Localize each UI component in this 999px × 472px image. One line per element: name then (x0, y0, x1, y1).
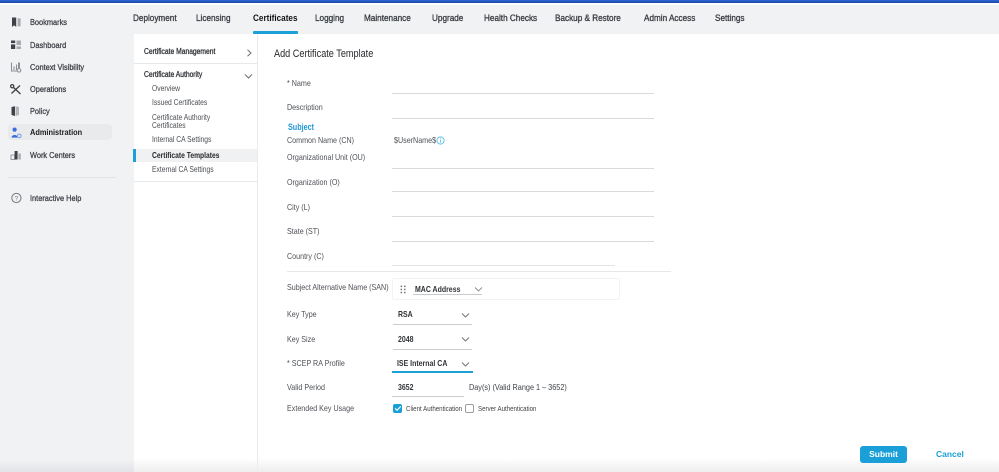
svg-text:?: ? (15, 195, 19, 202)
